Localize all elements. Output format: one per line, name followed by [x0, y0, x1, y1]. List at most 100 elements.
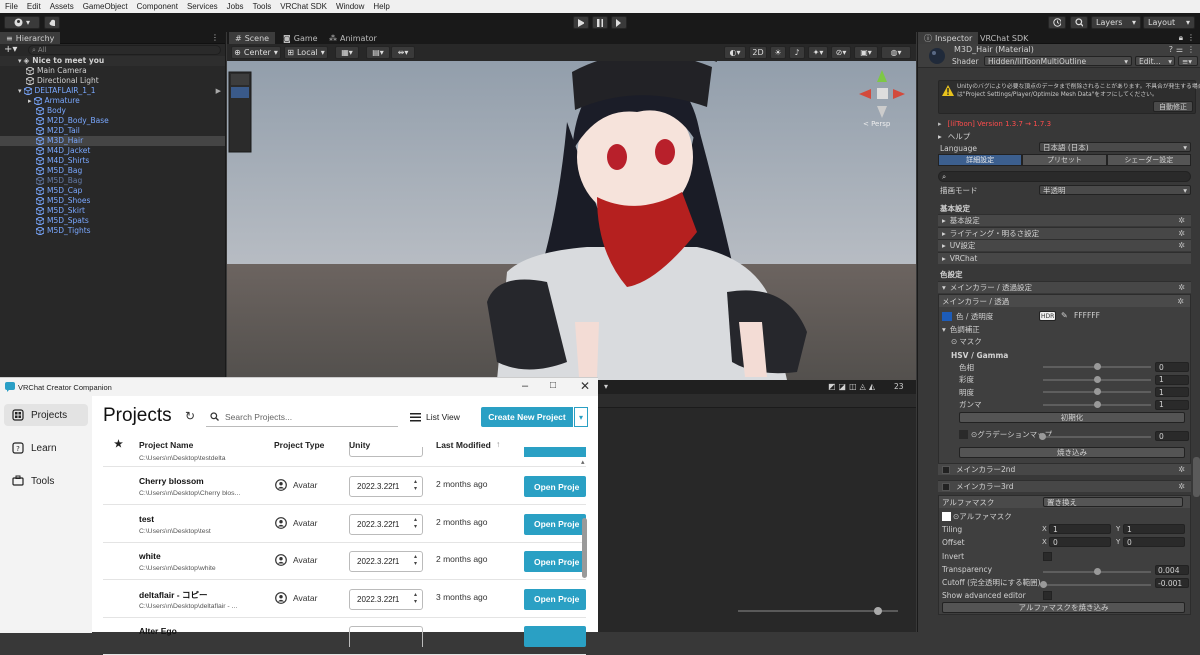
project-row[interactable]: deltaflair - コピー C:\Users\n\Desktop\delta…: [103, 581, 586, 618]
project-row[interactable]: Alter Ego: [103, 618, 586, 655]
close-button[interactable]: ✕: [580, 379, 590, 393]
unity-version-select[interactable]: [349, 626, 423, 647]
chevron-right-icon[interactable]: ▶: [216, 86, 221, 96]
open-project-button[interactable]: [524, 626, 586, 647]
create-project-button[interactable]: Create New Project: [481, 407, 573, 427]
hdr-badge[interactable]: HDR: [1039, 311, 1056, 321]
project-row[interactable]: test C:\Users\n\Desktop\test Avatar 2022.3.…: [103, 506, 586, 543]
hsv-slider-knob[interactable]: [1094, 363, 1101, 370]
shader-menu-button[interactable]: ≡▾: [1178, 56, 1198, 66]
bake-alpha-button[interactable]: アルファマスクを焼き込み: [942, 602, 1185, 613]
cutoff-slider[interactable]: [1043, 584, 1151, 586]
color-hex-value[interactable]: FFFFFF: [1074, 311, 1100, 320]
color-correction-row[interactable]: ▾ 色調補正: [939, 323, 1190, 335]
expand-arrow-icon[interactable]: ▾: [18, 86, 22, 96]
pause-button[interactable]: [592, 16, 608, 29]
bake-button[interactable]: 焼き込み: [959, 447, 1185, 458]
cloud-button[interactable]: [44, 16, 60, 29]
foldout-row[interactable]: ▸ UV設定 ✲: [938, 239, 1191, 251]
property-search-field[interactable]: ⌕: [938, 171, 1191, 182]
open-project-button[interactable]: Open Proje: [524, 513, 586, 535]
texture-slot[interactable]: [942, 511, 951, 521]
tab-advanced[interactable]: 詳細設定: [938, 154, 1023, 166]
menu-item-vrchat-sdk[interactable]: VRChat SDK: [280, 2, 327, 11]
hierarchy-search-field[interactable]: ⌕ All: [28, 45, 221, 55]
gear-icon[interactable]: ✲: [1178, 482, 1185, 491]
tab-inspector[interactable]: ⓘ Inspector: [918, 32, 979, 44]
tab-preset[interactable]: プリセット: [1022, 154, 1107, 166]
hierarchy-item[interactable]: M5D_Cap: [0, 186, 225, 196]
nav-projects[interactable]: Projects: [4, 404, 88, 426]
history-button[interactable]: [1048, 16, 1066, 29]
create-options-dropdown[interactable]: ▾: [574, 407, 588, 427]
hierarchy-item[interactable]: M5D_Shoes: [0, 196, 225, 206]
inspector-scrollbar[interactable]: [1193, 457, 1200, 497]
tab-hierarchy[interactable]: ≡ Hierarchy: [0, 32, 61, 44]
main-color-3rd-foldout[interactable]: メインカラー3rd ✲: [938, 480, 1191, 492]
gear-icon[interactable]: ✲: [1178, 465, 1185, 474]
menu-item-gameobject[interactable]: GameObject: [83, 2, 128, 11]
menu-item-help[interactable]: Help: [373, 2, 389, 11]
star-icon[interactable]: ★: [114, 439, 123, 450]
menu-item-tools[interactable]: Tools: [253, 2, 272, 11]
pivot-dropdown[interactable]: ⊕ Center ▾: [231, 46, 281, 59]
hsv-slider-knob[interactable]: [1094, 400, 1101, 408]
cutoff-knob[interactable]: [1040, 581, 1047, 588]
unity-version-select[interactable]: 2022.3.22f1 ▴ ▾: [349, 588, 423, 610]
hierarchy-item[interactable]: M4D_Jacket: [0, 146, 225, 156]
hsv-value[interactable]: 1: [1155, 399, 1189, 410]
open-project-button[interactable]: Open Proje: [524, 588, 586, 610]
hsv-value[interactable]: 1: [1155, 374, 1189, 385]
hierarchy-item[interactable]: Main Camera: [0, 66, 225, 76]
advanced-editor-checkbox[interactable]: [1043, 591, 1052, 600]
gear-icon[interactable]: ✲: [1177, 297, 1184, 306]
draw-mode-button[interactable]: ◐▾: [724, 46, 746, 59]
alpha-mask-mode-dropdown[interactable]: 置き換え: [1043, 497, 1183, 507]
shader-dropdown[interactable]: Hidden/lilToonMultiOutline ▾: [984, 56, 1132, 66]
2d-toggle[interactable]: 2D: [749, 46, 767, 59]
foldout-row[interactable]: ▸ ライティング・明るさ設定 ✲: [938, 226, 1191, 239]
lighting-toggle[interactable]: ☀: [770, 46, 786, 59]
maximize-button[interactable]: □: [550, 380, 556, 391]
effects-toggle[interactable]: ✦▾: [808, 46, 828, 59]
hierarchy-item[interactable]: M5D_Bag: [0, 176, 225, 186]
menu-item-edit[interactable]: Edit: [27, 2, 41, 11]
persp-label[interactable]: < Persp: [863, 120, 890, 128]
more-options-icon[interactable]: ⋮: [1187, 45, 1195, 54]
column-name[interactable]: Project Name: [139, 440, 193, 450]
transparency-value[interactable]: 0.004: [1155, 565, 1189, 575]
refresh-icon[interactable]: ↻: [185, 409, 195, 423]
unity-version-select[interactable]: 2022.3.22f1 ▴ ▾: [349, 476, 423, 497]
tab-scene[interactable]: # Scene: [229, 32, 276, 44]
hierarchy-item[interactable]: M4D_Shirts: [0, 156, 225, 166]
search-button[interactable]: [1070, 16, 1088, 29]
more-options-icon[interactable]: ⋮: [211, 33, 219, 42]
reset-button[interactable]: 初期化: [959, 412, 1185, 423]
hierarchy-item[interactable]: Body: [0, 106, 225, 116]
help-row[interactable]: ▸ ヘルプ: [918, 130, 1200, 142]
cutoff-value[interactable]: -0.001: [1155, 578, 1189, 588]
more-options-icon[interactable]: ⋮: [1187, 33, 1195, 42]
open-project-button[interactable]: Open Proje: [524, 551, 586, 572]
grid-toggle-button[interactable]: ▤▾: [366, 46, 390, 59]
hidden-objects-toggle[interactable]: ⊘▾: [831, 46, 851, 59]
menu-item-window[interactable]: Window: [336, 2, 364, 11]
tiling-x-field[interactable]: 1: [1049, 524, 1111, 534]
hierarchy-item[interactable]: M3D_Hair: [0, 136, 225, 146]
account-button[interactable]: ▾: [4, 16, 40, 29]
play-button[interactable]: [573, 16, 589, 29]
gizmos-button[interactable]: ◍▾: [881, 46, 911, 59]
sort-arrow-icon[interactable]: ↑: [496, 439, 500, 449]
hierarchy-item[interactable]: M2D_Tail: [0, 126, 225, 136]
hierarchy-item[interactable]: ▸ Armature: [0, 96, 225, 106]
hsv-value[interactable]: 0: [1155, 362, 1189, 372]
hierarchy-item[interactable]: M5D_Tights: [0, 226, 225, 236]
texture-slot[interactable]: [959, 429, 968, 439]
project-search-input[interactable]: Search Projects...: [206, 407, 398, 427]
invert-checkbox[interactable]: [1043, 552, 1052, 561]
gradation-knob[interactable]: [1039, 433, 1046, 440]
project-row[interactable]: Cherry blossom C:\Users\n\Desktop\Cherry …: [103, 468, 586, 505]
hierarchy-item[interactable]: M5D_Bag: [0, 166, 225, 176]
layers-dropdown[interactable]: Layers ▾: [1091, 16, 1141, 29]
scene-root-row[interactable]: ▾ ◈ Nice to meet you: [0, 56, 225, 66]
